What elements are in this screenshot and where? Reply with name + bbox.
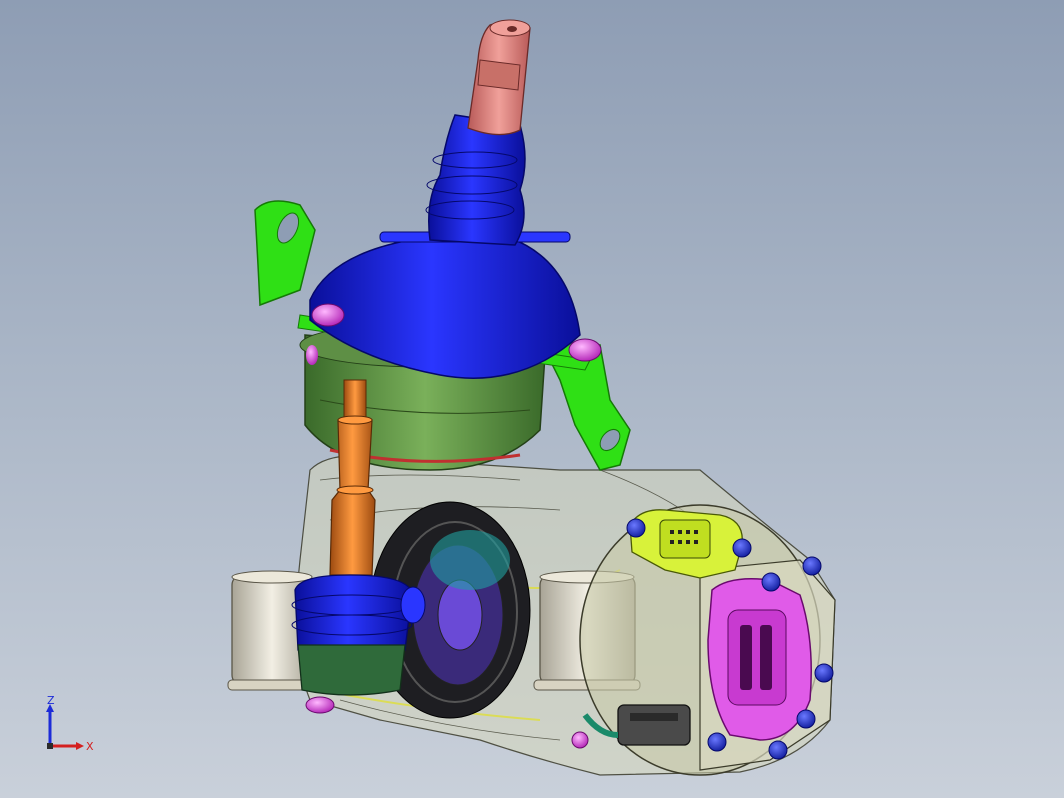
cad-viewport[interactable] [0, 0, 1064, 798]
origin-box [47, 743, 53, 749]
orientation-triad: Z X [46, 696, 94, 753]
power-connector[interactable] [707, 578, 812, 741]
upper-boot[interactable] [309, 114, 581, 379]
x-arrowhead [76, 742, 84, 750]
input-shaft[interactable] [467, 19, 531, 136]
x-axis-label: X [86, 740, 94, 753]
z-axis-label: Z [47, 696, 55, 707]
